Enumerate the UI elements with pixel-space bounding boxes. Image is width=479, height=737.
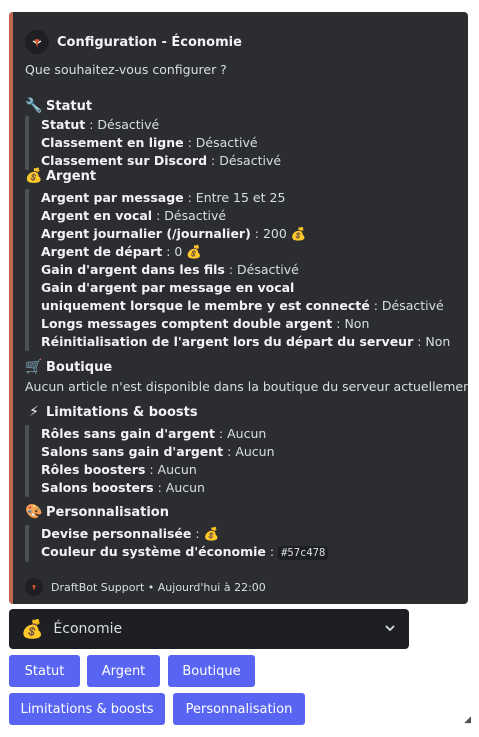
argent-button[interactable]: Argent — [87, 655, 160, 687]
statut-blockquote: Statut : Désactivé Classement en ligne :… — [25, 116, 281, 170]
argent-line: Argent journalier (/journalier) : 200 💰 — [41, 226, 307, 241]
select-label: Économie — [53, 621, 123, 637]
palette-icon: 🎨 — [25, 504, 43, 520]
argent-line: Longs messages comptent double argent : … — [41, 316, 370, 331]
section-limitations-title: ⚡ Limitations & boosts — [25, 404, 198, 420]
personnalisation-button[interactable]: Personnalisation — [173, 693, 305, 725]
limitations-line: Rôles sans gain d'argent : Aucun — [41, 426, 267, 441]
lightning-icon: ⚡ — [29, 404, 39, 420]
argent-line: Argent par message : Entre 15 et 25 — [41, 190, 286, 205]
chevron-down-icon — [383, 620, 397, 639]
footer-text: DraftBot Support • Aujourd'hui à 22:00 — [51, 580, 266, 594]
color-code: #57c478 — [278, 546, 329, 560]
section-title-text: Argent — [46, 168, 97, 184]
embed-card: Configuration - Économie Que souhaitez-v… — [9, 12, 468, 604]
embed-title: Configuration - Économie — [57, 34, 242, 50]
limitations-button[interactable]: Limitations & boosts — [9, 693, 165, 725]
boutique-button[interactable]: Boutique — [168, 655, 255, 687]
mask-logo-icon — [25, 30, 49, 54]
perso-line: Devise personnalisée : 💰 — [41, 526, 220, 541]
limitations-blockquote: Rôles sans gain d'argent : Aucun Salons … — [25, 425, 275, 497]
perso-blockquote: Devise personnalisée : 💰 Couleur du syst… — [25, 525, 329, 562]
argent-line: Gain d'argent par message en vocal — [41, 280, 295, 295]
statut-button[interactable]: Statut — [9, 655, 80, 687]
section-argent-title: 💰 Argent — [25, 168, 96, 184]
statut-line: Classement en ligne : Désactivé — [41, 135, 258, 150]
section-perso-title: 🎨 Personnalisation — [25, 504, 169, 520]
perso-line: Couleur du système d'économie : #57c478 — [41, 543, 329, 562]
section-boutique-title: 🛒 Boutique — [25, 359, 112, 375]
embed-description: Que souhaitez-vous configurer ? — [25, 62, 227, 77]
wrench-icon: 🔧 — [25, 98, 43, 114]
embed-accent-bar — [9, 12, 13, 604]
argent-blockquote: Argent par message : Entre 15 et 25 Arge… — [25, 189, 450, 351]
section-statut-title: 🔧 Statut — [25, 98, 92, 114]
boutique-text: Aucun article n'est disponible dans la b… — [25, 379, 468, 394]
category-select[interactable]: 💰 Économie — [9, 609, 409, 649]
embed-footer: DraftBot Support • Aujourd'hui à 22:00 — [25, 578, 266, 596]
embed-author: Configuration - Économie — [25, 30, 242, 54]
section-title-text: Boutique — [46, 359, 113, 375]
section-title-text: Limitations & boosts — [46, 404, 198, 420]
mask-logo-icon — [25, 578, 43, 596]
argent-line: Réinitialisation de l'argent lors du dép… — [41, 334, 451, 349]
statut-line: Statut : Désactivé — [41, 117, 160, 132]
limitations-line: Rôles boosters : Aucun — [41, 462, 197, 477]
argent-line: uniquement lorsque le membre y est conne… — [41, 298, 444, 313]
resize-handle-icon[interactable]: ◢ — [464, 715, 471, 725]
argent-line: Gain d'argent dans les fils : Désactivé — [41, 262, 299, 277]
argent-line: Argent de départ : 0 💰 — [41, 244, 202, 259]
money-bag-icon: 💰 — [25, 168, 43, 184]
limitations-line: Salons boosters : Aucun — [41, 480, 205, 495]
section-title-text: Statut — [46, 98, 93, 114]
money-bag-icon: 💰 — [21, 618, 44, 640]
shopping-cart-icon: 🛒 — [25, 359, 43, 375]
argent-line: Argent en vocal : Désactivé — [41, 208, 227, 223]
section-title-text: Personnalisation — [46, 504, 169, 520]
limitations-line: Salons sans gain d'argent : Aucun — [41, 444, 275, 459]
